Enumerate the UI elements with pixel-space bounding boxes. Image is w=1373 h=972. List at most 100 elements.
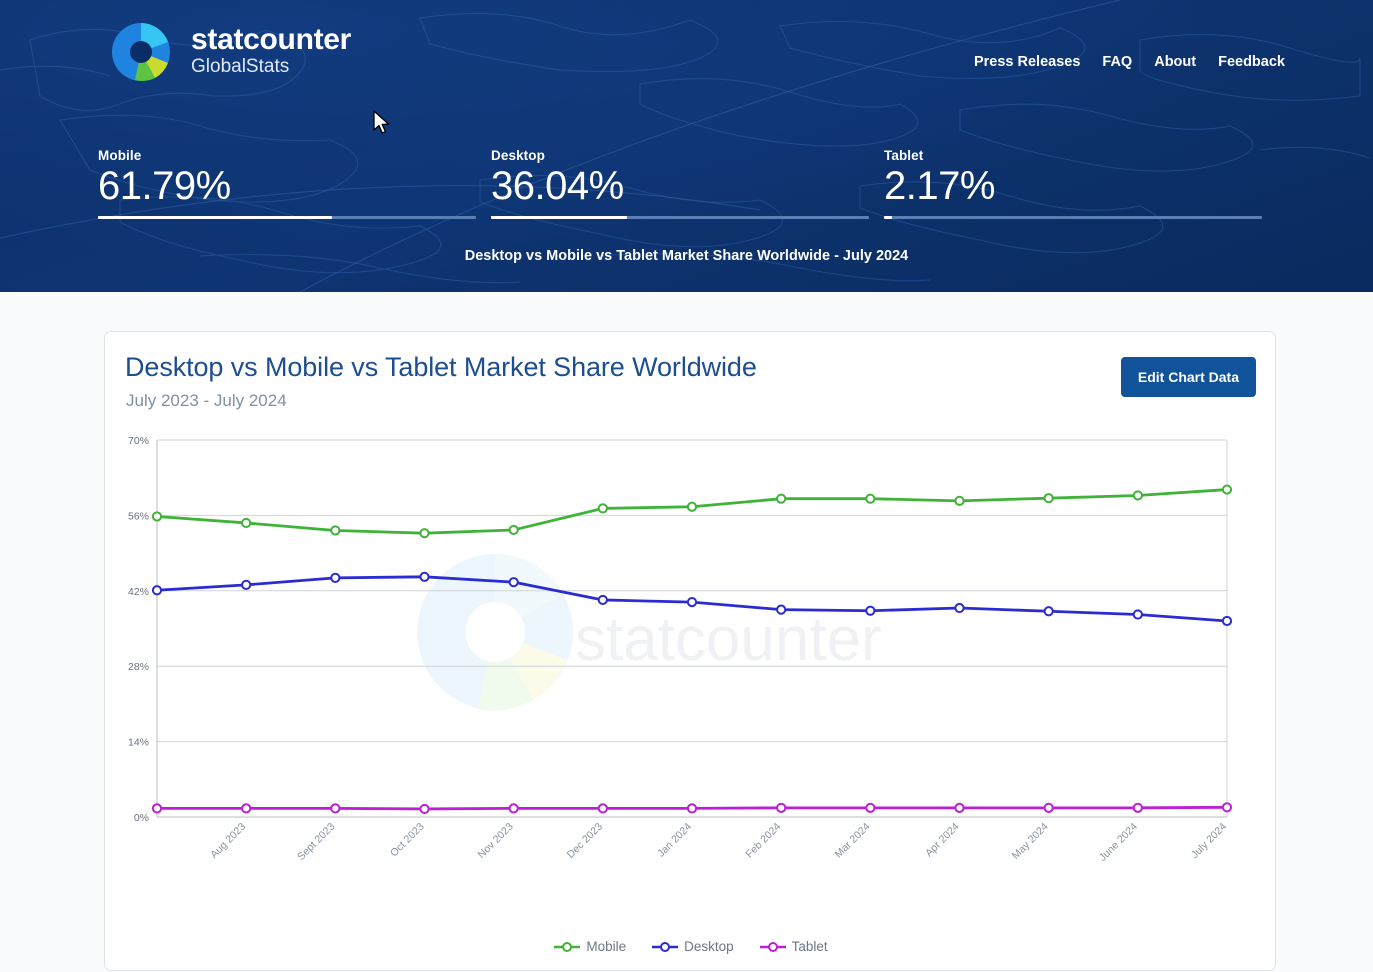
legend-marker-desktop-icon [652,941,679,952]
stat-desktop-bar-fill [491,216,628,220]
logo-title: statcounter [191,22,352,56]
data-point-mobile-3 [419,528,430,539]
data-point-mobile-9 [954,495,965,506]
data-point-tablet-4 [508,803,519,814]
data-point-tablet-2 [330,803,341,814]
data-point-desktop-3 [419,571,430,582]
mouse-cursor-icon [373,110,391,141]
data-point-mobile-8 [865,493,876,504]
legend-label-mobile: Mobile [586,939,627,954]
data-point-desktop-1 [241,579,252,590]
legend-item-tablet[interactable]: Tablet [759,939,828,954]
x-axis-tick: May 2024 [1010,821,1051,862]
chart-date-range: July 2023 - July 2024 [126,391,287,410]
legend-label-desktop: Desktop [684,939,734,954]
x-axis-tick: Feb 2024 [743,821,783,861]
stat-mobile-bar-fill [98,216,332,220]
data-point-tablet-1 [241,803,252,814]
data-point-desktop-2 [330,572,341,583]
data-point-desktop-0 [151,585,163,596]
main-navigation: Press Releases FAQ About Feedback [974,54,1285,70]
data-point-mobile-11 [1132,490,1143,501]
x-axis-tick: Apr 2024 [923,821,962,860]
x-axis-tick: Mar 2024 [833,821,873,861]
data-point-desktop-5 [597,594,608,606]
stat-tablet-bar [884,216,1262,220]
data-point-desktop-8 [865,605,876,616]
chart-watermark: statcounter [417,554,882,711]
x-axis-tick: Sept 2023 [295,821,337,863]
data-point-mobile-10 [1043,493,1054,504]
data-point-mobile-5 [597,503,608,514]
site-logo[interactable]: statcounter GlobalStats [105,16,351,88]
chart-title: Desktop vs Mobile vs Tablet Market Share… [125,352,757,382]
stat-mobile: Mobile 61.79% [98,148,491,220]
stat-tablet: Tablet 2.17% [884,148,1277,220]
data-point-desktop-10 [1043,606,1054,617]
data-point-tablet-8 [865,802,876,813]
stat-tablet-value: 2.17% [884,164,995,208]
data-point-tablet-6 [686,803,698,814]
legend-marker-tablet-icon [759,941,786,952]
line-chart: statcounter 0% 14% 28% 42% 56% 70% Aug 2023 Sept… [105,432,1277,972]
data-point-tablet-3 [419,803,430,815]
data-point-tablet-11 [1132,802,1143,813]
y-axis-tick: 14% [128,737,149,749]
data-point-desktop-7 [776,604,787,615]
data-point-desktop-11 [1132,609,1143,620]
data-point-mobile-12 [1221,484,1233,495]
x-axis-tick: June 2024 [1097,821,1140,864]
stat-mobile-label: Mobile [98,148,142,163]
y-axis-tick: 70% [128,435,149,447]
nav-link-press-releases[interactable]: Press Releases [974,54,1080,70]
statcounter-donut-logo-icon [105,16,177,88]
stat-tablet-bar-fill [884,216,893,220]
data-point-tablet-10 [1043,802,1054,813]
legend-label-tablet: Tablet [791,939,828,954]
data-point-mobile-1 [241,517,252,529]
x-axis-tick: July 2024 [1189,821,1229,861]
data-point-mobile-0 [151,511,163,522]
data-point-tablet-7 [776,802,787,813]
legend-item-mobile[interactable]: Mobile [554,939,626,954]
data-point-desktop-9 [954,602,965,614]
data-point-desktop-12 [1221,615,1233,627]
edit-chart-data-button[interactable]: Edit Chart Data [1120,357,1256,397]
x-axis-tick: Dec 2023 [565,821,605,861]
logo-subtitle: GlobalStats [191,55,290,77]
x-axis-tick: Jan 2024 [655,821,694,860]
y-axis-tick: 28% [128,661,149,673]
x-axis-tick: Oct 2023 [388,821,427,860]
y-axis-tick: 42% [128,586,149,598]
legend-marker-mobile-icon [554,941,581,952]
data-point-tablet-12 [1221,802,1233,813]
nav-link-faq[interactable]: FAQ [1102,54,1132,70]
y-axis-tick: 56% [128,510,149,522]
data-point-tablet-0 [151,803,163,814]
stat-tablet-label: Tablet [884,148,924,163]
data-point-mobile-2 [330,525,341,536]
x-axis-tick: Aug 2023 [208,821,248,861]
data-point-desktop-6 [686,597,698,608]
data-point-mobile-7 [776,493,787,504]
nav-link-feedback[interactable]: Feedback [1218,54,1285,70]
data-point-mobile-6 [686,501,698,512]
summary-stats: Mobile 61.79% Desktop 36.04% Tablet 2.17… [98,148,1278,220]
data-point-mobile-4 [508,524,519,536]
chart-plot-area: statcounter 0% 14% 28% 42% 56% 70% Aug 2023 Sept… [128,435,1233,864]
y-axis-tick: 0% [134,812,149,824]
legend-item-desktop[interactable]: Desktop [652,939,734,954]
banner-subtitle: Desktop vs Mobile vs Tablet Market Share… [464,248,909,264]
chart-legend: Mobile Desktop Tablet [105,939,1277,954]
data-point-tablet-9 [954,802,965,813]
svg-text:statcounter: statcounter [575,605,882,674]
data-point-tablet-5 [597,803,608,814]
stat-desktop-bar [491,216,869,220]
data-point-desktop-4 [508,577,519,588]
stat-desktop-value: 36.04% [491,164,624,208]
x-axis-tick: Nov 2023 [476,821,516,861]
nav-link-about[interactable]: About [1154,54,1196,70]
stat-desktop: Desktop 36.04% [491,148,884,220]
chart-card: Desktop vs Mobile vs Tablet Market Share… [104,331,1276,971]
stat-desktop-label: Desktop [491,148,545,163]
